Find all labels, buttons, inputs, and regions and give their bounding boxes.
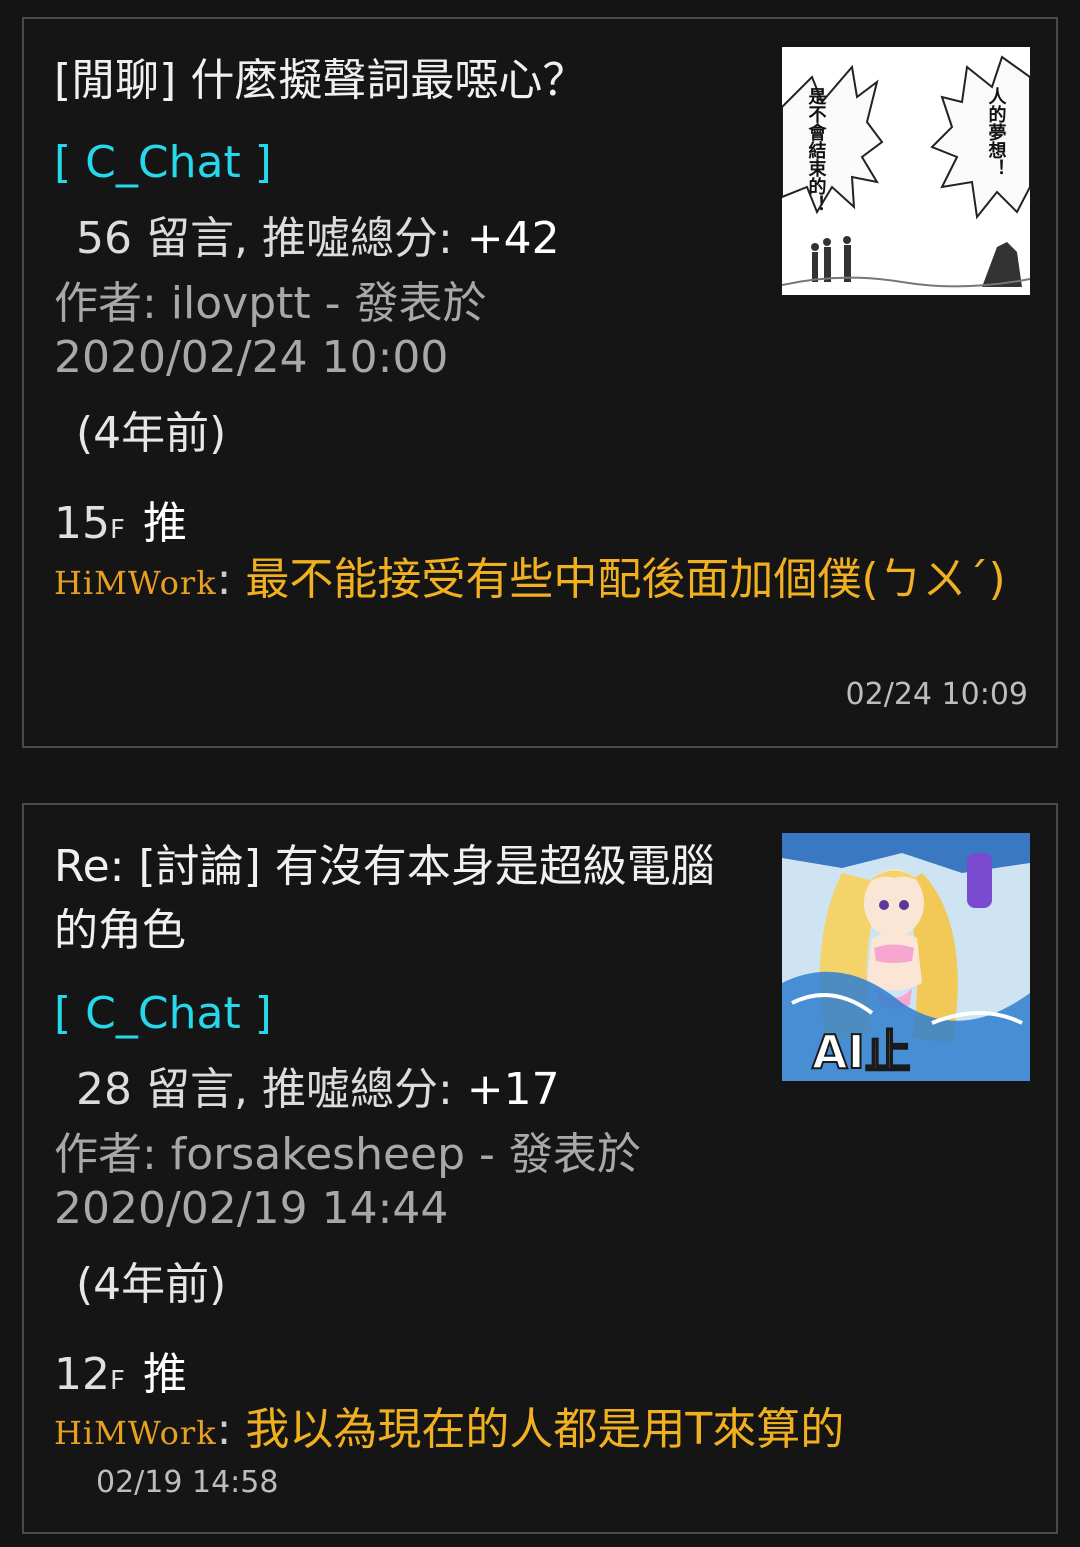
post-thumbnail[interactable]: 是不會結束的！ 人的夢想！ xyxy=(782,47,1030,295)
comment-floor: 12F 推 xyxy=(54,1338,187,1402)
floor-suffix: F xyxy=(110,1366,125,1396)
push-score: +42 xyxy=(466,213,560,264)
floor-suffix: F xyxy=(110,515,125,545)
manga-thumbnail-image: 是不會結束的！ 人的夢想！ xyxy=(782,47,1030,295)
post-card[interactable]: Re: [討論] 有沒有本身是超級電腦的角色 AI止 [ C_Chat ] 28… xyxy=(22,803,1058,1534)
commenter-id[interactable]: HiMWork xyxy=(54,1414,217,1452)
comment-body[interactable]: HiMWork: 我以為現在的人都是用T來算的 xyxy=(54,1399,1029,1464)
post-thumbnail[interactable]: AI止 xyxy=(782,833,1030,1081)
comment-time: 02/19 14:58 xyxy=(96,1465,279,1500)
author-line[interactable]: 作者: forsakesheep - 發表於 xyxy=(54,1118,641,1182)
board-name[interactable]: [ C_Chat ] xyxy=(54,137,272,188)
anime-thumbnail-image: AI止 xyxy=(782,833,1030,1081)
floor-number: 12 xyxy=(54,1349,110,1400)
board-name[interactable]: [ C_Chat ] xyxy=(54,988,272,1039)
author-line[interactable]: 作者: ilovptt - 發表於 xyxy=(54,267,487,331)
post-title[interactable]: [閒聊] 什麼擬聲詞最噁心？ xyxy=(54,49,744,113)
commenter-id[interactable]: HiMWork xyxy=(54,564,217,602)
thumb-logo-text: AI止 xyxy=(812,1025,911,1079)
post-card[interactable]: [閒聊] 什麼擬聲詞最噁心？ 是不會結束的！ 人的夢想！ [ C_Chat ] … xyxy=(22,17,1058,748)
comment-time: 02/24 10:09 xyxy=(845,677,1028,712)
post-age: (4年前) xyxy=(76,408,227,459)
comment-body[interactable]: HiMWork: 最不能接受有些中配後面加個僕(ㄅㄨˊ) xyxy=(54,549,1029,614)
push-tag: 推 xyxy=(142,498,187,549)
post-age: (4年前) xyxy=(76,1259,227,1310)
floor-number: 15 xyxy=(54,498,110,549)
push-tag: 推 xyxy=(142,1349,187,1400)
post-stats: 28 留言, 推噓總分: +17 xyxy=(76,1053,560,1117)
post-stats: 56 留言, 推噓總分: +42 xyxy=(76,202,560,266)
thumb-text-right: 人的夢想！ xyxy=(986,87,1007,177)
post-date: 2020/02/19 14:44 xyxy=(54,1183,449,1234)
comment-text: 我以為現在的人都是用T來算的 xyxy=(245,1404,845,1455)
post-title[interactable]: Re: [討論] 有沒有本身是超級電腦的角色 xyxy=(54,835,744,963)
post-date: 2020/02/24 10:00 xyxy=(54,332,449,383)
stats-text: 28 留言, 推噓總分: xyxy=(76,1064,467,1115)
push-score: +17 xyxy=(466,1064,560,1115)
comment-text: 最不能接受有些中配後面加個僕(ㄅㄨˊ) xyxy=(245,554,1006,605)
thumb-text-left: 是不會結束的！ xyxy=(806,87,828,213)
stats-text: 56 留言, 推噓總分: xyxy=(76,213,467,264)
comment-floor: 15F 推 xyxy=(54,487,187,551)
